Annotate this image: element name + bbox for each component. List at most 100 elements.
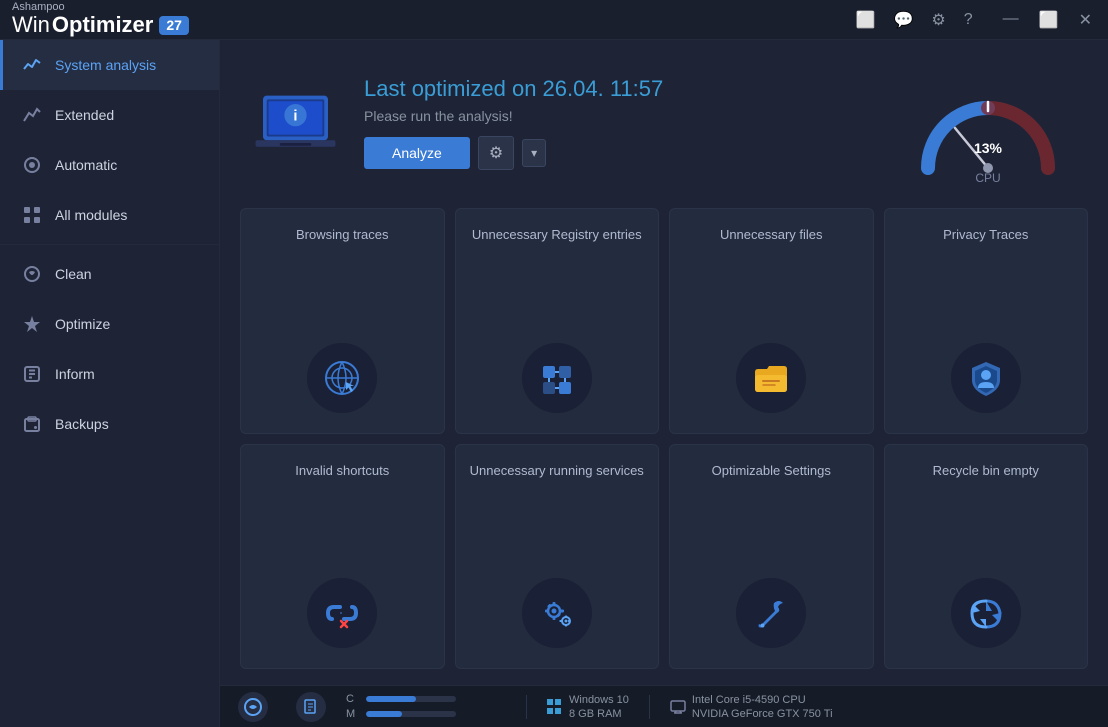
sidebar-item-extended[interactable]: Extended (0, 90, 219, 140)
header-icon: i (250, 88, 340, 158)
extended-icon (21, 104, 43, 126)
monitor-small-icon (670, 700, 686, 714)
title-bar: Ashampoo WinOptimizer 27 ⬜ 💬 ⚙ ? — ⬜ ✕ (0, 0, 1108, 40)
sidebar-item-inform[interactable]: Inform (0, 349, 219, 399)
card-unnecessary-registry[interactable]: Unnecessary Registry entries (455, 208, 660, 434)
all-modules-icon (21, 204, 43, 226)
privacy-traces-icon (964, 356, 1008, 400)
hardware-info: Intel Core i5-4590 CPU NVIDIA GeForce GT… (670, 694, 833, 720)
sidebar-item-backups[interactable]: Backups (0, 399, 219, 449)
card-label-invalid-shortcuts: Invalid shortcuts (295, 463, 389, 480)
svg-text:13%: 13% (974, 140, 1003, 156)
app-version: 27 (159, 16, 189, 35)
sidebar-item-optimize[interactable]: Optimize (0, 299, 219, 349)
sidebar-label-all-modules: All modules (55, 207, 127, 223)
content-area: i Last optimized on 26.04. 11:57 Please … (220, 40, 1108, 727)
maximize-button[interactable]: ⬜ (1035, 8, 1063, 32)
analyze-button[interactable]: Analyze (364, 137, 470, 169)
unnecessary-files-icon (749, 356, 793, 400)
window-buttons: — ⬜ ✕ (999, 8, 1096, 32)
os-info-group: Windows 10 8 GB RAM (569, 694, 629, 720)
app-win: Win (12, 13, 50, 37)
card-browsing-traces[interactable]: Browsing traces (240, 208, 445, 434)
windows-logo-icon (547, 699, 563, 715)
header-actions: Analyze ⚙ ▾ (364, 136, 874, 170)
card-label-optimizable-settings: Optimizable Settings (712, 463, 831, 480)
help-icon[interactable]: ? (964, 11, 973, 29)
optimize-icon (21, 313, 43, 335)
invalid-shortcuts-icon-area (307, 578, 377, 648)
recycle-bin-icon (964, 591, 1008, 635)
cpu-info-label: Intel Core i5-4590 CPU (692, 694, 833, 706)
status-divider-2 (649, 695, 650, 719)
status-divider-1 (526, 695, 527, 719)
sidebar: System analysis Extended Automatic (0, 40, 220, 727)
minimize-button[interactable]: — (999, 8, 1023, 32)
sidebar-item-automatic[interactable]: Automatic (0, 140, 219, 190)
browsing-traces-icon (320, 356, 364, 400)
sidebar-label-automatic: Automatic (55, 157, 117, 173)
card-invalid-shortcuts[interactable]: Invalid shortcuts (240, 444, 445, 670)
optimizable-settings-icon (749, 591, 793, 635)
status-bar: C M Windows 1 (220, 685, 1108, 727)
mem-usage-bar (366, 711, 456, 717)
sidebar-item-system-analysis[interactable]: System analysis (0, 40, 219, 90)
unnecessary-running-services-icon (535, 591, 579, 635)
card-label-unnecessary-files: Unnecessary files (720, 227, 823, 244)
sidebar-divider-1 (0, 244, 219, 245)
invalid-shortcuts-icon (320, 591, 364, 635)
automatic-icon (21, 154, 43, 176)
titlebar-controls: ⬜ 💬 ⚙ ? — ⬜ ✕ (856, 8, 1096, 32)
card-unnecessary-files[interactable]: Unnecessary files (669, 208, 874, 434)
card-label-recycle-bin: Recycle bin empty (933, 463, 1039, 480)
usage-section: C M (346, 693, 506, 720)
mem-usage-fill (366, 711, 402, 717)
hardware-info-group: Intel Core i5-4590 CPU NVIDIA GeForce GT… (692, 694, 833, 720)
header-text: Last optimized on 26.04. 11:57 Please ru… (364, 76, 874, 170)
card-recycle-bin[interactable]: Recycle bin empty (884, 444, 1089, 670)
os-info: Windows 10 8 GB RAM (547, 694, 629, 720)
close-button[interactable]: ✕ (1075, 8, 1096, 32)
cpu-usage-row: C (346, 693, 506, 705)
content-header: i Last optimized on 26.04. 11:57 Please … (220, 40, 1108, 198)
settings-icon[interactable]: ⚙ (931, 10, 945, 30)
last-optimized-text: Last optimized on 26.04. 11:57 (364, 76, 874, 102)
browsing-traces-icon-area (307, 343, 377, 413)
unnecessary-running-services-icon-area (522, 578, 592, 648)
card-label-browsing-traces: Browsing traces (296, 227, 388, 244)
chat-icon[interactable]: 💬 (894, 10, 914, 30)
file-icon (296, 692, 326, 722)
optimizable-settings-icon-area (736, 578, 806, 648)
card-label-unnecessary-registry: Unnecessary Registry entries (472, 227, 642, 244)
monitor-icon[interactable]: ⬜ (856, 10, 876, 30)
sidebar-item-clean[interactable]: Clean (0, 249, 219, 299)
cpu-usage-fill (366, 696, 416, 702)
privacy-traces-icon-area (951, 343, 1021, 413)
card-label-privacy-traces: Privacy Traces (943, 227, 1028, 244)
main-layout: System analysis Extended Automatic (0, 40, 1108, 727)
mem-usage-row: M (346, 708, 506, 720)
laptop-illustration: i (253, 91, 338, 156)
card-privacy-traces[interactable]: Privacy Traces (884, 208, 1089, 434)
os-label: Windows 10 (569, 694, 629, 706)
app-branding: Ashampoo WinOptimizer 27 (12, 1, 189, 37)
ram-label: 8 GB RAM (569, 708, 629, 720)
mem-usage-label: M (346, 708, 360, 720)
svg-text:i: i (293, 108, 297, 124)
cards-grid: Browsing traces Unnecessary Registry en (220, 198, 1108, 685)
card-unnecessary-running-services[interactable]: Unnecessary running services (455, 444, 660, 670)
cpu-usage-label: C (346, 693, 360, 705)
sidebar-item-all-modules[interactable]: All modules (0, 190, 219, 240)
app-logo-icon (238, 692, 268, 722)
system-analysis-icon (21, 54, 43, 76)
inform-icon (21, 363, 43, 385)
sidebar-label-clean: Clean (55, 266, 92, 282)
unnecessary-registry-icon (535, 356, 579, 400)
sidebar-label-optimize: Optimize (55, 316, 110, 332)
card-optimizable-settings[interactable]: Optimizable Settings (669, 444, 874, 670)
clean-icon (21, 263, 43, 285)
analyze-settings-button[interactable]: ⚙ (478, 136, 514, 170)
analyze-dropdown-button[interactable]: ▾ (522, 139, 546, 167)
sidebar-label-inform: Inform (55, 366, 95, 382)
cpu-gauge: 13% CPU (898, 58, 1078, 188)
